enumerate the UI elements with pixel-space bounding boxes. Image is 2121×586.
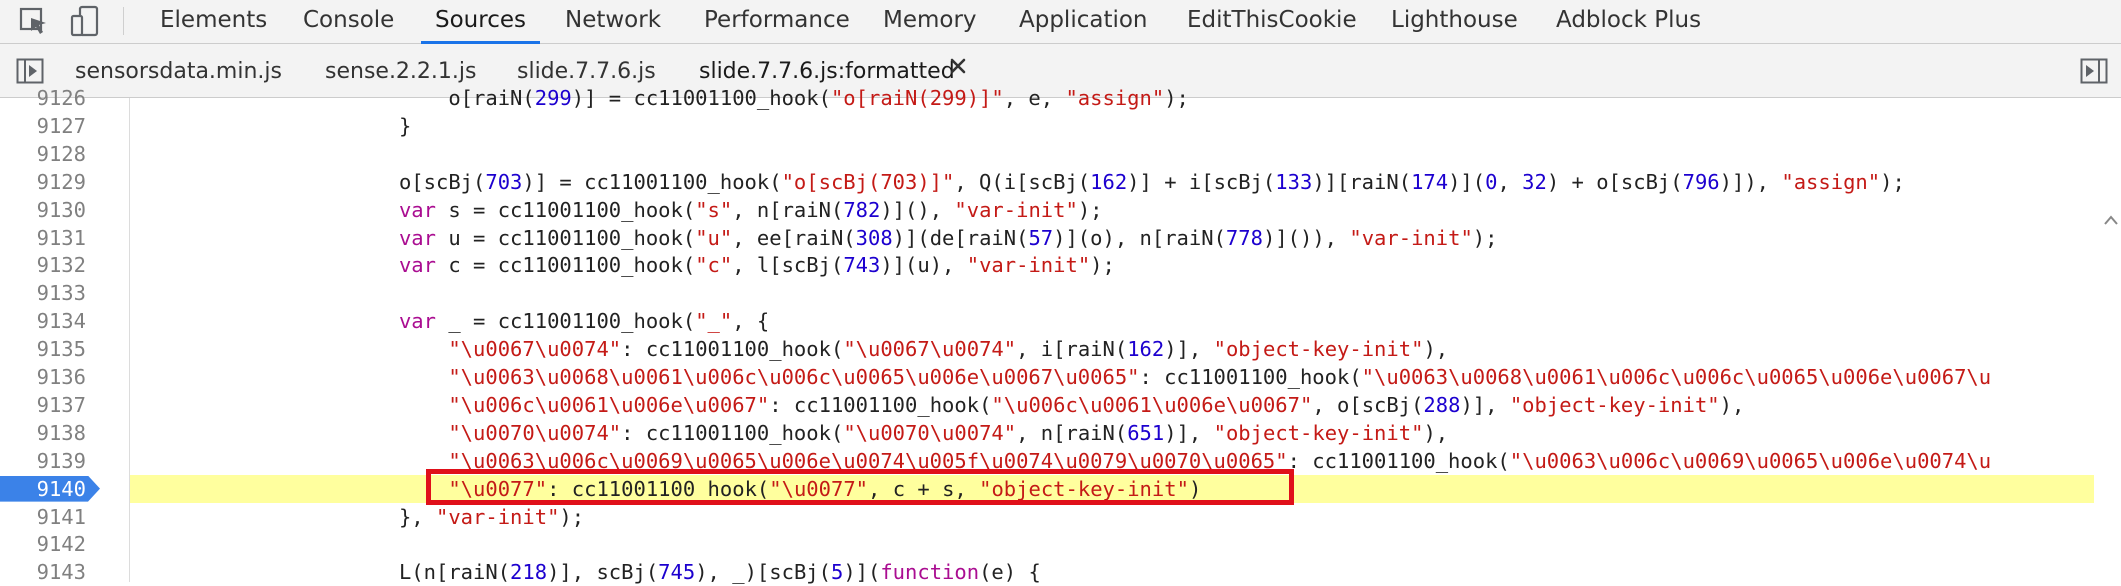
tab-lighthouse[interactable]: Lighthouse bbox=[1391, 0, 1518, 43]
code-text[interactable]: "\u006c\u0061\u006e\u0067": cc11001100_h… bbox=[350, 391, 1744, 419]
tab-editthiscookie[interactable]: EditThisCookie bbox=[1187, 0, 1357, 43]
line-number[interactable]: 9134 bbox=[0, 307, 86, 335]
tab-sources[interactable]: Sources bbox=[421, 0, 540, 44]
code-text[interactable]: var _ = cc11001100_hook("_", { bbox=[350, 307, 769, 335]
close-icon[interactable] bbox=[948, 56, 968, 76]
line-number[interactable]: 9140 bbox=[0, 475, 86, 503]
code-text[interactable]: } bbox=[350, 112, 411, 140]
line-number[interactable]: 9136 bbox=[0, 363, 86, 391]
code-text[interactable]: var u = cc11001100_hook("u", ee[raiN(308… bbox=[350, 224, 1498, 252]
line-number[interactable]: 9142 bbox=[0, 530, 86, 558]
toolbar-divider bbox=[123, 7, 124, 35]
show-debugger-icon[interactable] bbox=[2080, 58, 2108, 84]
tab-adblock-plus[interactable]: Adblock Plus bbox=[1556, 0, 1701, 43]
line-number[interactable]: 9135 bbox=[0, 335, 86, 363]
line-number[interactable]: 9138 bbox=[0, 419, 86, 447]
tab-memory[interactable]: Memory bbox=[883, 0, 977, 43]
code-text[interactable]: o[raiN(299)] = cc11001100_hook("o[raiN(2… bbox=[350, 84, 1189, 112]
tab-application[interactable]: Application bbox=[1019, 0, 1148, 43]
code-text[interactable]: var s = cc11001100_hook("s", n[raiN(782)… bbox=[350, 196, 1103, 224]
line-number[interactable]: 9132 bbox=[0, 251, 86, 279]
line-number[interactable]: 9141 bbox=[0, 503, 86, 531]
line-number[interactable]: 9133 bbox=[0, 279, 86, 307]
code-text[interactable]: "\u0067\u0074": cc11001100_hook("\u0067\… bbox=[350, 335, 1448, 363]
code-text[interactable]: var c = cc11001100_hook("c", l[scBj(743)… bbox=[350, 251, 1115, 279]
line-number[interactable]: 9130 bbox=[0, 196, 86, 224]
line-number[interactable]: 9131 bbox=[0, 224, 86, 252]
devtools-panel-tabbar: Elements Console Sources Network Perform… bbox=[0, 0, 2121, 44]
tab-performance[interactable]: Performance bbox=[704, 0, 850, 43]
code-text[interactable]: o[scBj(703)] = cc11001100_hook("o[scBj(7… bbox=[350, 168, 1905, 196]
tab-network[interactable]: Network bbox=[565, 0, 661, 43]
line-number[interactable]: 9127 bbox=[0, 112, 86, 140]
code-text[interactable]: }, "var-init"); bbox=[350, 503, 584, 531]
tab-console[interactable]: Console bbox=[303, 0, 394, 43]
line-number[interactable]: 9137 bbox=[0, 391, 86, 419]
device-toolbar-icon[interactable] bbox=[68, 4, 102, 38]
tab-elements[interactable]: Elements bbox=[160, 0, 267, 43]
code-text[interactable]: "\u0063\u0068\u0061\u006c\u006c\u0065\u0… bbox=[350, 363, 1991, 391]
scroll-up-arrow-icon[interactable] bbox=[2104, 210, 2118, 225]
line-number[interactable]: 9126 bbox=[0, 84, 86, 112]
line-number[interactable]: 9129 bbox=[0, 168, 86, 196]
file-tab-sensorsdata[interactable]: sensorsdata.min.js bbox=[75, 44, 282, 97]
code-text[interactable]: "\u0070\u0074": cc11001100_hook("\u0070\… bbox=[350, 419, 1448, 447]
annotation-highlight-box bbox=[426, 469, 1294, 505]
element-picker-icon[interactable] bbox=[16, 4, 50, 38]
line-number[interactable]: 9128 bbox=[0, 140, 86, 168]
line-number[interactable]: 9139 bbox=[0, 447, 86, 475]
code-editor[interactable]: 9126 o[raiN(299)] = cc11001100_hook("o[r… bbox=[0, 86, 2121, 584]
show-navigator-icon[interactable] bbox=[16, 58, 44, 84]
